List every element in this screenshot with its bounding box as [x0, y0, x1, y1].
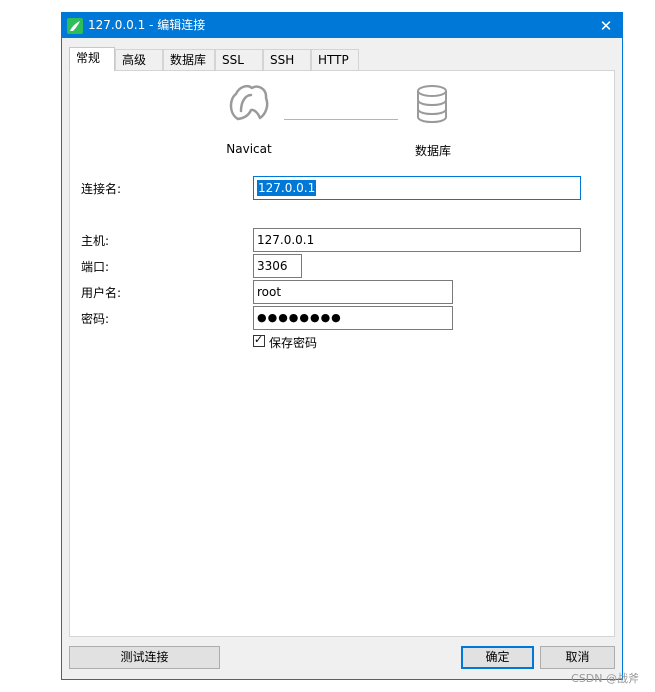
edit-connection-dialog: 127.0.0.1 - 编辑连接 ✕ 常规 高级 数据库 SSL SSH HTT…: [61, 12, 623, 680]
tab-ssl[interactable]: SSL: [215, 49, 263, 70]
tab-database[interactable]: 数据库: [163, 49, 215, 70]
host-input[interactable]: 127.0.0.1: [253, 228, 581, 252]
navicat-logo-icon: [229, 85, 269, 121]
connection-name-label: 连接名:: [81, 182, 122, 196]
host-label: 主机:: [81, 234, 110, 248]
username-label: 用户名:: [81, 286, 122, 300]
close-icon: ✕: [599, 16, 613, 35]
navicat-label: Navicat: [226, 142, 272, 156]
title-bar[interactable]: 127.0.0.1 - 编辑连接 ✕: [62, 13, 622, 38]
username-input[interactable]: root: [253, 280, 453, 304]
ok-button[interactable]: 确定: [461, 646, 534, 669]
save-password-checkbox[interactable]: ✓: [253, 333, 265, 347]
tab-http[interactable]: HTTP: [311, 49, 359, 70]
save-password-label: 保存密码: [269, 336, 318, 350]
connection-name-value: 127.0.0.1: [257, 180, 317, 196]
watermark: CSDN @战斧: [571, 672, 639, 685]
port-input[interactable]: 3306: [253, 254, 302, 278]
password-label: 密码:: [81, 312, 110, 326]
tab-advanced[interactable]: 高级: [115, 49, 163, 70]
database-icon: [417, 85, 447, 124]
test-connection-button[interactable]: 测试连接: [69, 646, 220, 669]
window-title: 127.0.0.1 - 编辑连接: [88, 18, 206, 32]
tab-general[interactable]: 常规: [69, 47, 115, 71]
tab-ssh[interactable]: SSH: [263, 49, 311, 70]
cancel-button[interactable]: 取消: [540, 646, 615, 669]
port-label: 端口:: [81, 260, 110, 274]
close-button[interactable]: ✕: [590, 13, 622, 38]
connection-name-input[interactable]: 127.0.0.1: [253, 176, 581, 200]
password-input[interactable]: ●●●●●●●●: [253, 306, 453, 330]
checkmark-icon: ✓: [254, 333, 264, 346]
database-label: 数据库: [414, 144, 451, 158]
navicat-icon: [67, 18, 83, 34]
general-tab-panel: Navicat 数据库 连接名: 127.0.0.1 主机: 127.0.0.1…: [69, 70, 615, 637]
connector-line: [284, 119, 398, 120]
